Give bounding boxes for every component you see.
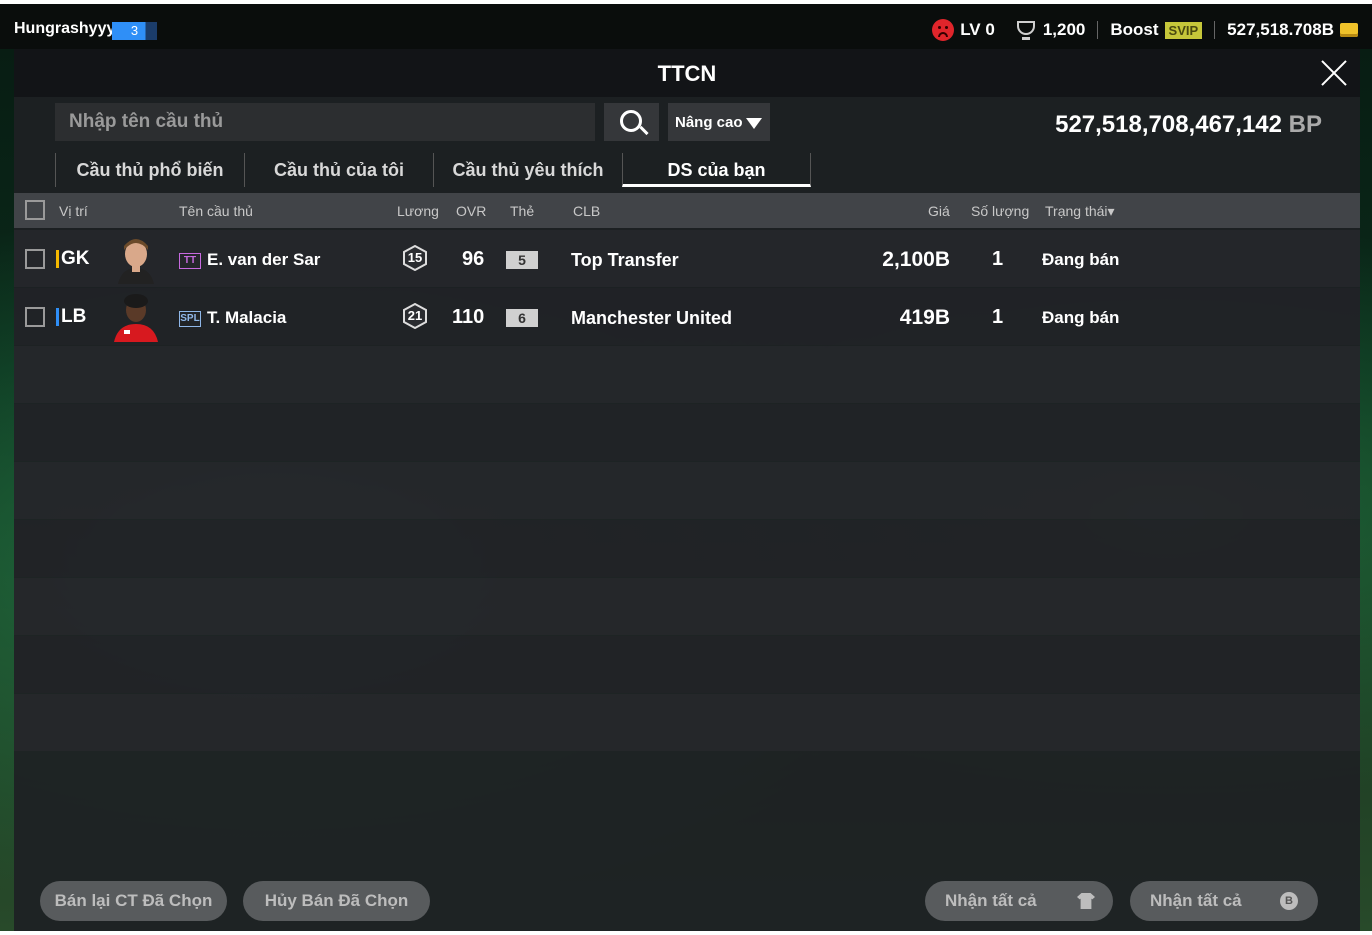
player-position: LB xyxy=(61,306,87,327)
card-level: 6 xyxy=(506,309,538,327)
player-name-cell[interactable]: TT E. van der Sar xyxy=(179,250,320,270)
divider xyxy=(1097,21,1099,39)
header-name[interactable]: Tên cầu thủ xyxy=(179,203,253,219)
tab-bar: Cầu thủ phổ biến Cầu thủ của tôi Cầu thủ… xyxy=(55,153,811,187)
caret-down-icon xyxy=(746,118,762,129)
status-right: LV 0 1,200 Boost SVIP 527,518.708B xyxy=(932,19,1358,41)
divider xyxy=(1214,21,1216,39)
player-name-cell[interactable]: SPL T. Malacia xyxy=(179,308,286,328)
header-quantity[interactable]: Số lượng xyxy=(971,203,1029,219)
resell-selected-button[interactable]: Bán lại CT Đã Chọn xyxy=(40,881,227,921)
header-card[interactable]: Thẻ xyxy=(510,203,534,219)
sale-status: Đang bán xyxy=(1042,308,1120,327)
player-quantity: 1 xyxy=(992,248,1004,270)
page-title: TTCN xyxy=(657,61,717,86)
table-row[interactable]: LB SPL T. Malacia 21 110 6 Manchester Uni… xyxy=(14,288,1360,345)
empty-row xyxy=(14,346,1360,403)
salary-badge: 15 xyxy=(402,244,428,272)
player-avatar xyxy=(118,239,154,284)
player-name: E. van der Sar xyxy=(207,250,321,269)
claim-all-bp-label: Nhận tất cả xyxy=(1150,891,1242,910)
player-position: GK xyxy=(61,248,90,269)
search-icon[interactable] xyxy=(604,103,659,141)
bp-unit: BP xyxy=(1288,111,1322,138)
season-badge: SPL xyxy=(179,310,201,327)
player-avatar xyxy=(114,294,158,342)
player-quantity: 1 xyxy=(992,306,1004,328)
row-checkbox[interactable] xyxy=(25,307,45,327)
row-checkbox[interactable] xyxy=(25,249,45,269)
bp-value: 527,518,708,467,142 xyxy=(1055,111,1282,138)
header-status[interactable]: Trạng thái▾ xyxy=(1045,203,1115,220)
claim-all-players-button[interactable]: Nhận tất cả xyxy=(925,881,1113,921)
level-badge: 3 xyxy=(112,22,157,40)
tab-my-players[interactable]: Cầu thủ của tôi xyxy=(244,153,433,187)
currency-amount: 527,518.708B xyxy=(1227,20,1334,39)
season-badge: TT xyxy=(179,252,201,269)
close-icon[interactable] xyxy=(1320,59,1348,87)
card-level: 5 xyxy=(506,251,538,269)
player-name: T. Malacia xyxy=(207,308,287,327)
panel-header: TTCN xyxy=(14,49,1360,97)
player-ovr: 96 xyxy=(462,248,485,270)
player-club: Top Transfer xyxy=(571,250,679,270)
empty-row xyxy=(14,462,1360,519)
header-club[interactable]: CLB xyxy=(573,203,600,219)
username: Hungrashyyy xyxy=(14,20,116,37)
transfer-market-panel: TTCN Nâng cao 527,518,708,467,142 BP Cầu… xyxy=(14,49,1360,935)
claim-all-bp-button[interactable]: Nhận tất cả B xyxy=(1130,881,1318,921)
sad-face-icon xyxy=(932,19,955,41)
empty-row xyxy=(14,404,1360,461)
bp-coin-icon: B xyxy=(1280,892,1298,910)
sale-status: Đang bán xyxy=(1042,250,1120,269)
position-color-bar xyxy=(56,308,59,326)
claim-all-players-label: Nhận tất cả xyxy=(945,891,1037,910)
table-row[interactable]: GK TT E. van der Sar 15 96 5 Top Transfer… xyxy=(14,230,1360,287)
header-price[interactable]: Giá xyxy=(928,203,950,219)
empty-row xyxy=(14,578,1360,635)
position-color-bar xyxy=(56,250,59,268)
search-input[interactable] xyxy=(55,103,595,141)
bp-balance: 527,518,708,467,142 BP xyxy=(1055,111,1322,139)
tab-favorite-players[interactable]: Cầu thủ yêu thích xyxy=(433,153,622,187)
header-salary[interactable]: Lương xyxy=(397,203,439,219)
boost-label[interactable]: Boost xyxy=(1110,20,1158,40)
select-all-checkbox[interactable] xyxy=(25,200,45,220)
tab-your-list[interactable]: DS của bạn xyxy=(622,153,811,187)
shirt-icon xyxy=(1077,893,1095,909)
player-club: Manchester United xyxy=(571,308,733,328)
status-bar: Hungrashyyy 3 LV 0 1,200 Boost SVIP 527,… xyxy=(0,4,1372,49)
player-price: 419B xyxy=(899,306,950,329)
cancel-selected-button[interactable]: Hủy Bán Đã Chọn xyxy=(243,881,430,921)
empty-row xyxy=(14,636,1360,693)
coin-icon xyxy=(1340,23,1358,37)
header-position[interactable]: Vị trí xyxy=(59,203,88,219)
salary-value: 21 xyxy=(407,308,423,323)
advanced-filter-button[interactable]: Nâng cao xyxy=(668,103,770,141)
svip-badge[interactable]: SVIP xyxy=(1164,21,1203,39)
empty-row xyxy=(14,694,1360,751)
header-ovr[interactable]: OVR xyxy=(456,203,486,219)
trophy-count: 1,200 xyxy=(1042,20,1086,39)
salary-value: 15 xyxy=(407,250,423,265)
trophy-icon xyxy=(1015,19,1037,41)
lv-text: LV 0 xyxy=(960,20,995,39)
advanced-label: Nâng cao xyxy=(675,114,743,131)
empty-row xyxy=(14,520,1360,577)
salary-badge: 21 xyxy=(402,302,428,330)
bottom-border xyxy=(0,931,1372,935)
table-header: Vị trí Tên cầu thủ Lương OVR Thẻ CLB Giá… xyxy=(14,193,1360,228)
player-ovr: 110 xyxy=(452,306,485,328)
tab-popular-players[interactable]: Cầu thủ phổ biến xyxy=(55,153,244,187)
player-price: 2,100B xyxy=(882,248,950,271)
